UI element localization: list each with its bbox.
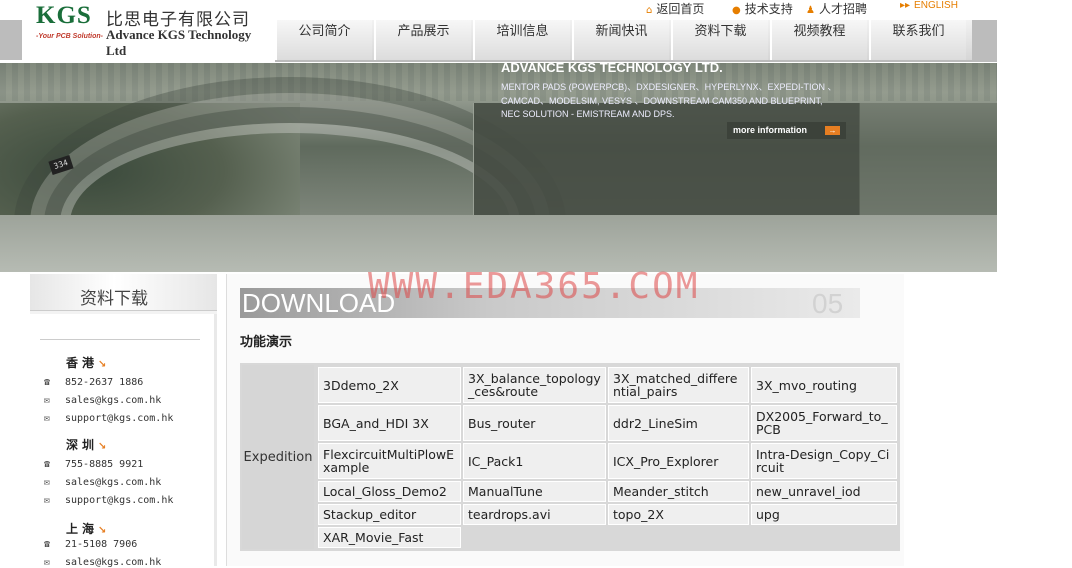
demo-link[interactable]: 3X_balance_topology_ces&route [463,367,606,403]
banner-side-panel [859,103,997,215]
demo-link[interactable]: 3X_mvo_routing [751,367,897,403]
home-icon: ⌂ [646,5,653,16]
office-email[interactable]: ✉ sales@kgs.com.hk [44,557,161,568]
demo-link[interactable]: BGA_and_HDI 3X [318,405,461,441]
office-city-shanghai: 上海↘ [66,520,110,537]
mail-icon: ✉ [44,395,51,406]
logo-slogan: -Your PCB Solution- [36,33,104,40]
email-address: sales@kgs.com.hk [65,557,162,568]
demo-link[interactable]: Bus_router [463,405,606,441]
banner-description: MENTOR PADS (POWERPCB)、DXDESIGNER、HYPERL… [501,82,837,119]
demo-link[interactable]: teardrops.avi [463,504,606,525]
demo-link[interactable]: upg [751,504,897,525]
arrow-down-right-icon: ↘ [98,441,111,452]
contact-box: 香港↘ ☎ 852-2637 1886 ✉ sales@kgs.com.hk ✉ su… [30,314,217,568]
mail-icon: ✉ [44,477,51,488]
mail-icon: ✉ [44,557,51,568]
drop-icon: ● [732,5,741,16]
phone-icon: ☎ [44,377,51,388]
nav-about[interactable]: 公司简介 [275,20,372,60]
email-address: support@kgs.com.hk [65,495,174,506]
demo-link[interactable]: topo_2X [608,504,749,525]
sidebar-header: 资料下载 [30,274,217,311]
toplink-home[interactable]: ⌂ 返回首页 [646,0,704,17]
main-nav: 公司简介 产品展示 培训信息 新闻快讯 资料下载 视频教程 联系我们 [275,20,997,62]
more-information-button[interactable]: more information → [727,122,846,139]
nav-end-cap [972,20,997,60]
toplink-careers[interactable]: ♟ 人才招聘 [806,0,867,17]
demo-link[interactable]: FlexcircuitMultiPlowExample [318,443,461,479]
logo-english-name: Advance KGS Technology Ltd [106,27,252,58]
office-city-shenzhen: 深圳↘ [66,436,110,453]
office-phone: ☎ 852-2637 1886 [44,377,143,388]
arrow-down-right-icon: ↘ [98,525,111,536]
office-email[interactable]: ✉ sales@kgs.com.hk [44,395,161,406]
sidebar-title: 资料下载 [80,289,148,309]
banner-low-band [0,215,997,272]
office-city-label: 香港 [66,356,99,370]
section-title: 功能演示 [240,335,293,350]
watermark: WWW.EDA365.COM [368,266,700,307]
phone-number: 755-8885 9921 [65,459,144,470]
office-phone: ☎ 21-5108 7906 [44,539,137,550]
banner-stripe [0,63,997,101]
hero-banner: 334 [0,63,997,272]
demo-link[interactable]: DX2005_Forward_to_PCB [751,405,897,441]
toplink-support[interactable]: ● 技术支持 [732,0,793,17]
demo-link[interactable]: ManualTune [463,481,606,502]
toplink-english[interactable]: ▸▸ ENGLISH [900,0,958,11]
office-phone: ☎ 755-8885 9921 [44,459,143,470]
email-address: support@kgs.com.hk [65,413,174,424]
nav-contact[interactable]: 联系我们 [869,20,966,60]
demo-link[interactable]: IC_Pack1 [463,443,606,479]
demo-table: Expedition 3Ddemo_2X 3X_balance_topology… [240,363,900,551]
office-email[interactable]: ✉ sales@kgs.com.hk [44,477,161,488]
nav-videos[interactable]: 视频教程 [770,20,867,60]
toplink-english-label: ENGLISH [914,0,958,11]
person-icon: ♟ [806,5,815,16]
mail-icon: ✉ [44,495,51,506]
divider [40,339,200,340]
phone-number: 21-5108 7906 [65,539,138,550]
demo-link[interactable]: ddr2_LineSim [608,405,749,441]
arrow-right-icon: ▸▸ [900,0,911,11]
arrow-right-icon: → [825,126,840,135]
email-address: sales@kgs.com.hk [65,477,162,488]
demo-link[interactable]: Stackup_editor [318,504,461,525]
logo[interactable]: KGS 比思电子有限公司 -Your PCB Solution- Advance… [22,0,274,58]
email-address: sales@kgs.com.hk [65,395,162,406]
section-number: 05 [812,288,844,318]
logo-brand: KGS [36,2,92,29]
phone-number: 852-2637 1886 [65,377,144,388]
demo-link[interactable]: Local_Gloss_Demo2 [318,481,461,502]
demo-link[interactable]: XAR_Movie_Fast [318,527,461,548]
arrow-down-right-icon: ↘ [98,359,111,370]
nav-downloads[interactable]: 资料下载 [671,20,768,60]
header-left-bar [0,20,22,60]
nav-products[interactable]: 产品展示 [374,20,471,60]
mail-icon: ✉ [44,413,51,424]
demo-link[interactable]: new_unravel_iod [751,481,897,502]
demo-link[interactable]: Meander_stitch [608,481,749,502]
demo-link[interactable]: 3Ddemo_2X [318,367,461,403]
phone-icon: ☎ [44,539,51,550]
category-cell: Expedition [242,365,314,549]
sidebar: 资料下载 香港↘ ☎ 852-2637 1886 ✉ sales@kgs.com.h… [30,274,217,568]
banner-title: ADVANCE KGS TECHNOLOGY LTD. [501,60,723,75]
office-city-label: 上海 [66,522,99,536]
demo-link[interactable]: ICX_Pro_Explorer [608,443,749,479]
more-information-label: more information [733,125,808,135]
office-city-hongkong: 香港↘ [66,354,110,371]
toplink-support-label: 技术支持 [744,2,793,16]
demo-link[interactable]: Intra-Design_Copy_Circuit [751,443,897,479]
toplink-careers-label: 人才招聘 [818,2,867,16]
nav-news[interactable]: 新闻快讯 [572,20,669,60]
demo-link[interactable]: 3X_matched_differential_pairs [608,367,749,403]
nav-training[interactable]: 培训信息 [473,20,570,60]
toplink-home-label: 返回首页 [656,2,705,16]
phone-icon: ☎ [44,459,51,470]
office-city-label: 深圳 [66,438,99,452]
office-email[interactable]: ✉ support@kgs.com.hk [44,413,173,424]
office-email[interactable]: ✉ support@kgs.com.hk [44,495,173,506]
